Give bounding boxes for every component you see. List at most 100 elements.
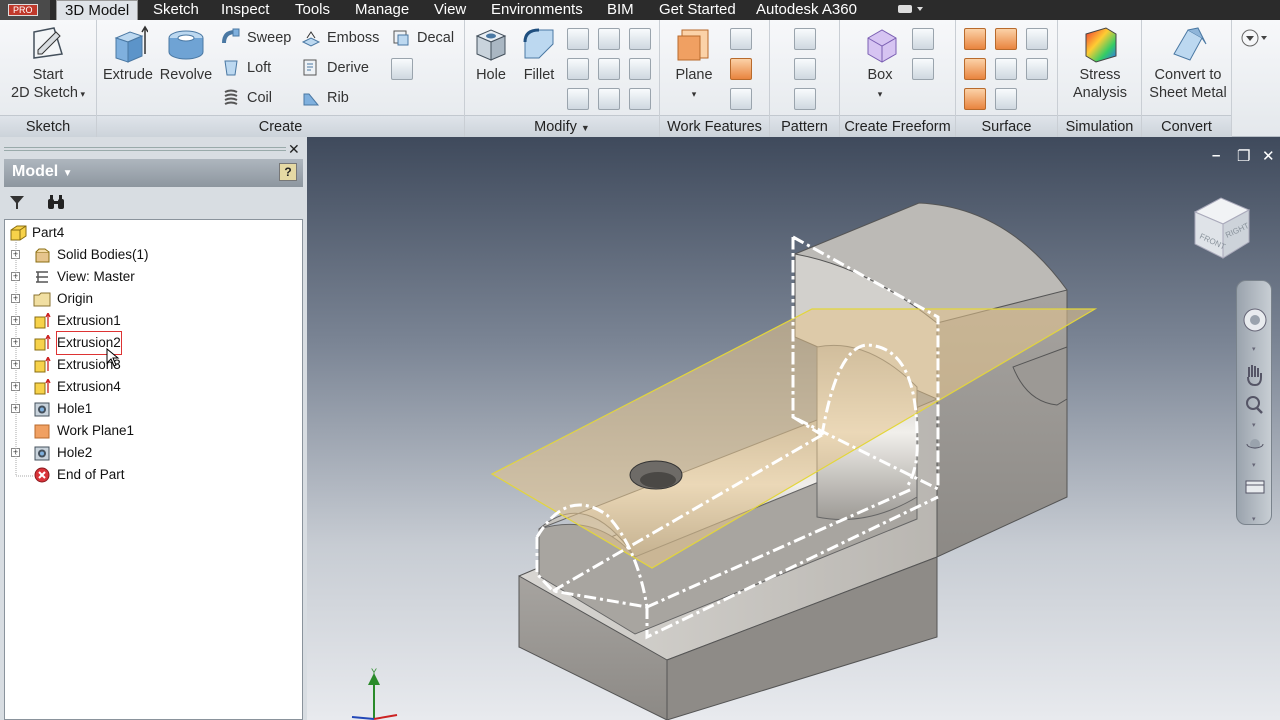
create-panel-label: Create — [97, 115, 464, 137]
application-menu-button[interactable]: PRO — [0, 0, 50, 20]
ribbon-options-icon[interactable] — [896, 2, 928, 16]
plane-button[interactable]: Plane ▾ — [668, 24, 720, 103]
tree-node-label: Extrusion1 — [57, 313, 121, 328]
hole-label: Hole — [476, 67, 506, 83]
shell-icon[interactable] — [567, 58, 589, 80]
import-icon[interactable] — [391, 58, 413, 80]
edit-form-icon[interactable] — [912, 28, 934, 50]
tab-sketch[interactable]: Sketch — [145, 0, 207, 20]
graphics-viewport[interactable]: – ❐ ✕ FRONT RIGHT ▾ ▾ ▾ ▾ Y — [307, 137, 1280, 720]
sweep-icon — [222, 28, 240, 44]
point-icon[interactable] — [730, 58, 752, 80]
tab-manage[interactable]: Manage — [347, 0, 417, 20]
stress-analysis-button[interactable]: Stress Analysis — [1062, 24, 1138, 102]
hole-button[interactable]: Hole — [471, 24, 511, 84]
tree-node-label: Hole2 — [57, 445, 93, 460]
convert-freeform-icon[interactable] — [912, 58, 934, 80]
start-2d-sketch-button[interactable]: Start 2D Sketch ▾ — [6, 24, 90, 103]
loft-icon — [224, 60, 238, 76]
surface-panel-label: Surface — [956, 115, 1057, 137]
trim-icon[interactable] — [995, 58, 1017, 80]
revolve-button[interactable]: Revolve — [159, 24, 213, 84]
model-browser: ✕ Model ▼ ? Part4 + Solid Bodies(1) + Vi… — [0, 137, 307, 720]
tree-node-label: Extrusion4 — [57, 379, 121, 394]
tree-node-label: End of Part — [57, 467, 125, 482]
box-button[interactable]: Box ▾ — [854, 24, 906, 103]
sculpt-icon[interactable] — [1026, 28, 1048, 50]
model-tree: Part4 + Solid Bodies(1) + View: Master +… — [4, 219, 303, 720]
sketch-panel: Start 2D Sketch ▾ Sketch — [0, 20, 97, 137]
extrude-button[interactable]: Extrude — [103, 24, 153, 84]
convert-to-label: Convert to — [1154, 67, 1222, 83]
ribbon: Start 2D Sketch ▾ Sketch Extrude Revolve — [0, 20, 1280, 137]
tab-view[interactable]: View — [426, 0, 474, 20]
tab-tools[interactable]: Tools — [287, 0, 338, 20]
svg-text:Y: Y — [371, 667, 377, 677]
modify-panel-label[interactable]: Modify ▼ — [465, 115, 659, 137]
modify-panel: Hole Fillet Modify ▼ — [465, 20, 660, 137]
patch-icon[interactable] — [995, 28, 1017, 50]
plane-label: Plane — [675, 67, 713, 83]
filter-icon[interactable] — [8, 193, 26, 211]
browser-header: Model ▼ ? — [4, 159, 303, 187]
sketch-icon — [33, 27, 63, 59]
tab-3d-model[interactable]: 3D Model — [56, 0, 139, 20]
decal-label: Decal — [417, 30, 455, 46]
tab-autodesk-a360[interactable]: Autodesk A360 — [748, 0, 865, 20]
sheet-metal-label: Sheet Metal — [1149, 85, 1227, 101]
coil-button[interactable]: Coil — [221, 86, 272, 110]
axis-icon[interactable] — [730, 28, 752, 50]
decal-button[interactable]: Decal — [391, 26, 454, 50]
replace-face-icon[interactable] — [598, 88, 620, 110]
ruled-surface-icon[interactable] — [964, 58, 986, 80]
draft-icon[interactable] — [567, 88, 589, 110]
pattern-panel-label: Pattern — [770, 115, 839, 137]
extrude-label: Extrude — [103, 67, 153, 83]
circular-pattern-icon[interactable] — [794, 58, 816, 80]
mirror-icon[interactable] — [794, 88, 816, 110]
repair-bodies-icon[interactable] — [995, 88, 1017, 110]
delete-face-icon[interactable] — [629, 88, 651, 110]
emboss-button[interactable]: Emboss — [301, 26, 379, 50]
convert-panel: Convert to Sheet Metal Convert — [1142, 20, 1232, 137]
ribbon-expand-button[interactable] — [1238, 26, 1268, 52]
tab-environments[interactable]: Environments — [483, 0, 591, 20]
fillet-button[interactable]: Fillet — [519, 24, 559, 84]
derive-button[interactable]: Derive — [301, 56, 369, 80]
simulation-panel-label: Simulation — [1058, 115, 1141, 137]
thread-icon[interactable] — [598, 28, 620, 50]
pattern-panel: Pattern — [770, 20, 840, 137]
ucs-icon[interactable] — [730, 88, 752, 110]
derive-label: Derive — [327, 60, 369, 76]
sweep-button[interactable]: Sweep — [221, 26, 291, 50]
start-label: Start — [32, 67, 64, 83]
simulation-panel: Stress Analysis Simulation — [1058, 20, 1142, 137]
create-panel: Extrude Revolve Sweep Loft Coil Emboss D… — [97, 20, 465, 137]
rib-button[interactable]: Rib — [301, 86, 349, 110]
stitch-icon[interactable] — [964, 28, 986, 50]
thicken-icon[interactable] — [629, 58, 651, 80]
help-icon[interactable]: ? — [279, 163, 297, 181]
boundary-patch-icon[interactable] — [964, 88, 986, 110]
create-freeform-panel: Box ▾ Create Freeform — [840, 20, 956, 137]
surface-panel: Surface — [956, 20, 1058, 137]
chamfer-icon[interactable] — [567, 28, 589, 50]
browser-close-icon[interactable]: ✕ — [288, 141, 300, 158]
browser-grip[interactable] — [4, 147, 286, 151]
top-hole-inner — [640, 472, 676, 488]
extend-icon[interactable] — [1026, 58, 1048, 80]
split-icon[interactable] — [629, 28, 651, 50]
tree-guide-lines — [15, 240, 33, 477]
loft-button[interactable]: Loft — [221, 56, 271, 80]
combine-icon[interactable] — [598, 58, 620, 80]
tab-bim[interactable]: BIM — [599, 0, 642, 20]
convert-to-sheet-metal-button[interactable]: Convert to Sheet Metal — [1144, 24, 1232, 102]
tab-inspect[interactable]: Inspect — [213, 0, 277, 20]
find-icon[interactable] — [46, 193, 66, 211]
create-freeform-panel-label: Create Freeform — [840, 115, 955, 137]
browser-title[interactable]: Model ▼ — [12, 163, 73, 181]
rectangular-pattern-icon[interactable] — [794, 28, 816, 50]
mouse-cursor-icon — [106, 348, 120, 367]
loft-label: Loft — [247, 60, 272, 76]
tab-get-started[interactable]: Get Started — [651, 0, 744, 20]
